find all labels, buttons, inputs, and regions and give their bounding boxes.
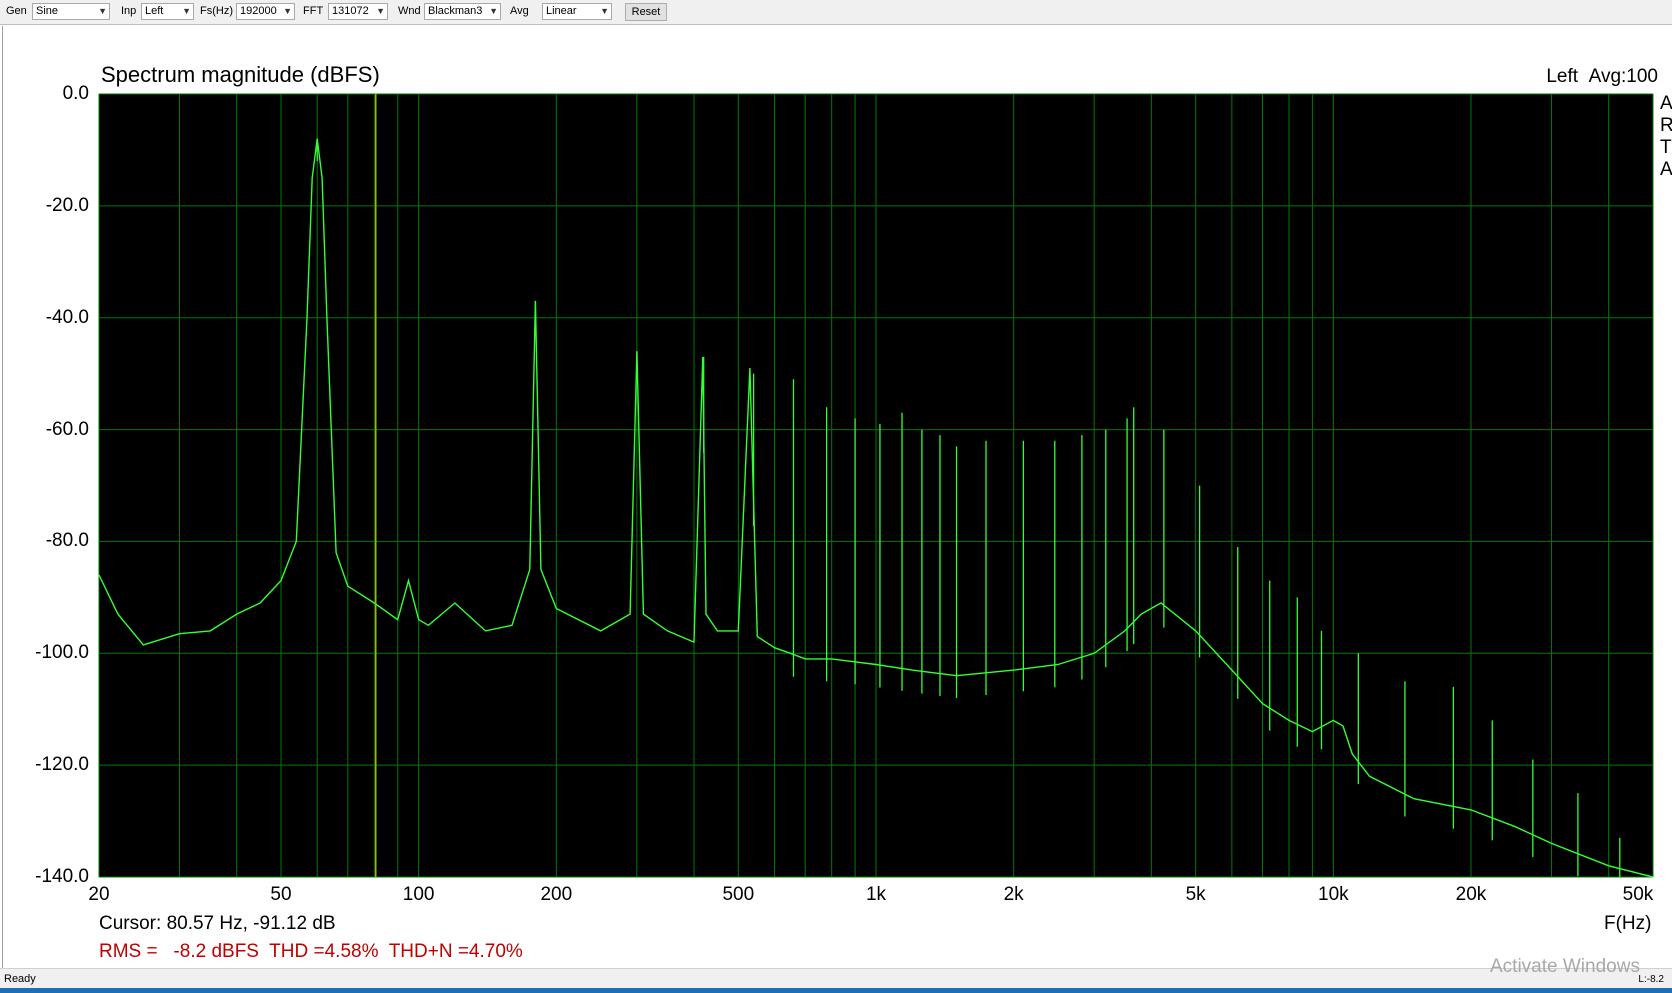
measurement-readout: RMS = -8.2 dBFS THD =4.58% THD+N =4.70%	[99, 941, 523, 962]
status-bar: Ready L:-8.2	[0, 968, 1672, 989]
status-level: L:-8.2	[1638, 974, 1664, 985]
x-tick-label: 50	[270, 884, 292, 905]
x-axis-unit: F(Hz)	[1604, 913, 1652, 934]
x-tick-label: 10k	[1318, 884, 1349, 905]
x-tick-label: 100	[402, 884, 435, 905]
x-tick-label: 2k	[1003, 884, 1024, 905]
x-tick-label: 500	[722, 884, 755, 905]
y-tick-label: -80.0	[45, 530, 89, 552]
status-ready: Ready	[4, 973, 36, 985]
y-tick-label: 0.0	[62, 83, 89, 104]
x-tick-label: 5k	[1185, 884, 1206, 905]
y-tick-label: -140.0	[35, 866, 89, 887]
x-tick-label: 20k	[1455, 884, 1487, 905]
x-tick-label: 1k	[865, 884, 887, 905]
y-tick-label: -120.0	[35, 754, 89, 776]
y-tick-label: -20.0	[45, 194, 89, 216]
x-tick-label: 200	[540, 884, 573, 905]
y-tick-label: -40.0	[45, 306, 89, 328]
y-tick-label: -60.0	[45, 418, 89, 440]
activation-watermark: Activate Windows	[1490, 956, 1640, 977]
spectrum-plot[interactable]	[0, 0, 1672, 993]
x-tick-label: 50k	[1622, 884, 1654, 905]
cursor-readout: Cursor: 80.57 Hz, -91.12 dB	[99, 913, 336, 934]
taskbar-edge	[0, 988, 1672, 993]
y-tick-label: -100.0	[35, 642, 89, 664]
